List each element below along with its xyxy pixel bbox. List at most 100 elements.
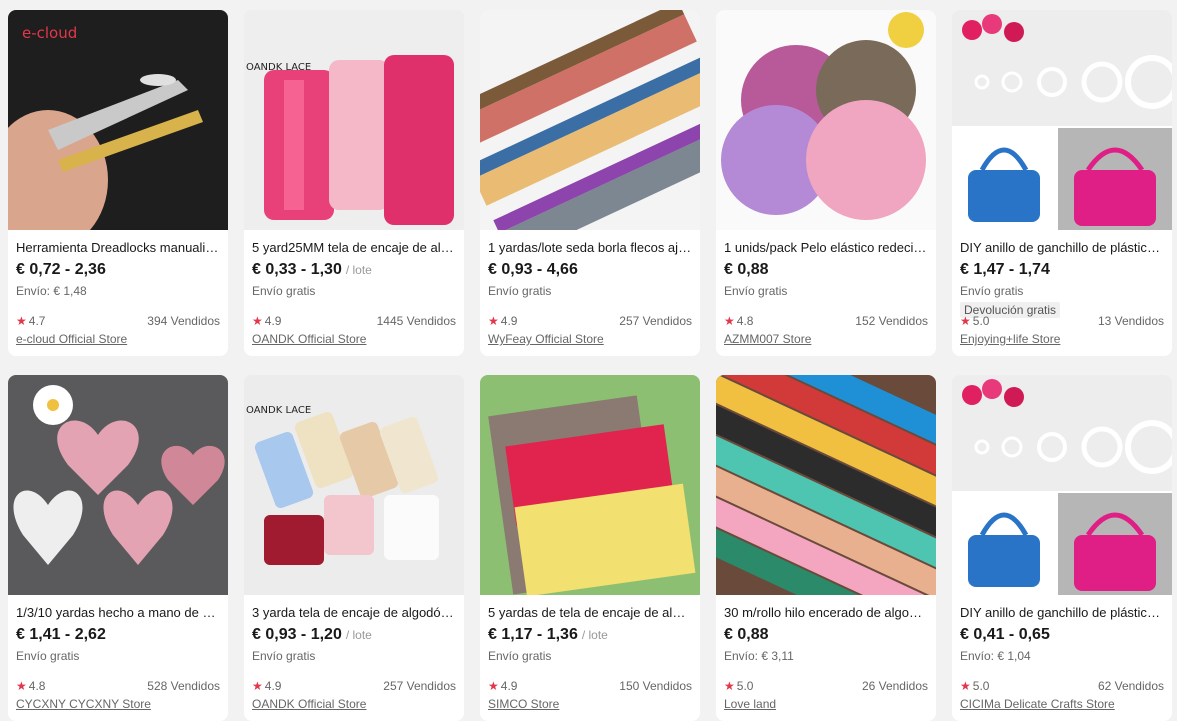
star-icon: ★ — [16, 679, 27, 693]
shipping-info: Envío: € 3,11 — [724, 649, 794, 663]
star-icon: ★ — [960, 314, 971, 328]
product-price: € 0,88 — [724, 626, 769, 643]
product-title[interactable]: 1 unids/pack Pelo elástico redecilla… — [724, 240, 928, 256]
product-title[interactable]: 1/3/10 yardas hecho a mano de en… — [16, 605, 220, 621]
store-link[interactable]: OANDK Official Store — [252, 332, 366, 346]
shipping-info: Envío gratis — [16, 649, 80, 663]
product-image[interactable] — [480, 10, 700, 230]
product-card[interactable]: 1 yardas/lote seda borla flecos aju… € 0… — [480, 10, 700, 356]
brand-logo: OANDK LACE — [246, 62, 312, 73]
product-card[interactable]: DIY anillo de ganchillo de plástico, … €… — [952, 375, 1172, 721]
sold-count: 257 Vendidos — [619, 314, 692, 328]
star-icon: ★ — [252, 314, 263, 328]
store-link[interactable]: CYCXNY CYCXNY Store — [16, 697, 151, 711]
price-unit: / lote — [345, 263, 372, 277]
store-link[interactable]: e-cloud Official Store — [16, 332, 127, 346]
product-card[interactable]: 1 unids/pack Pelo elástico redecilla… € … — [716, 10, 936, 356]
rating-value: 5.0 — [972, 314, 990, 328]
store-link[interactable]: Enjoying+life Store — [960, 332, 1060, 346]
store-link[interactable]: SIMCO Store — [488, 697, 559, 711]
shipping-info: Envío gratis — [488, 284, 552, 298]
hair-net-photo — [716, 10, 936, 230]
product-image[interactable] — [952, 375, 1172, 595]
store-link[interactable]: Love land — [724, 697, 776, 711]
star-icon: ★ — [488, 314, 499, 328]
product-image[interactable] — [716, 10, 936, 230]
star-icon: ★ — [724, 679, 735, 693]
product-card[interactable]: DIY anillo de ganchillo de plástico, … €… — [952, 10, 1172, 356]
sold-count: 1445 Vendidos — [376, 314, 456, 328]
product-price: € 1,41 - 2,62 — [16, 626, 106, 643]
brand-logo: e-cloud — [22, 24, 78, 42]
sold-count: 26 Vendidos — [861, 679, 928, 693]
rating-value: 4.8 — [28, 679, 46, 693]
store-link[interactable]: CICIMa Delicate Crafts Store — [960, 697, 1115, 711]
product-price: € 0,41 - 0,65 — [960, 626, 1050, 643]
store-link[interactable]: AZMM007 Store — [724, 332, 811, 346]
product-title[interactable]: 3 yarda tela de encaje de algodón … — [252, 605, 456, 621]
product-card[interactable]: e-cloud Herramienta Dreadlocks manualid…… — [8, 10, 228, 356]
crochet-ring-bag-photo — [952, 10, 1172, 230]
shipping-info: Envío gratis — [252, 284, 316, 298]
star-icon: ★ — [252, 679, 263, 693]
sold-count: 152 Vendidos — [855, 314, 928, 328]
rating-row: ★ 4.7 394 Vendidos — [16, 314, 220, 328]
shipping-info: Envío gratis — [488, 649, 552, 663]
brand-logo: OANDK LACE — [246, 405, 312, 416]
pink-lace-photo — [244, 10, 464, 230]
product-price: € 0,93 - 1,20 — [252, 626, 342, 643]
product-price: € 0,88 — [724, 261, 769, 278]
rating-row: ★ 5.0 26 Vendidos — [724, 679, 928, 693]
sold-count: 62 Vendidos — [1097, 679, 1164, 693]
star-icon: ★ — [724, 314, 735, 328]
product-image[interactable]: OANDK LACE — [244, 10, 464, 230]
rating-row: ★ 5.0 62 Vendidos — [960, 679, 1164, 693]
sold-count: 394 Vendidos — [147, 314, 220, 328]
product-title[interactable]: 30 m/rollo hilo encerado de algod… — [724, 605, 928, 621]
product-title[interactable]: 5 yard25MM tela de encaje de algo… — [252, 240, 456, 256]
rating-value: 4.9 — [500, 679, 518, 693]
product-image[interactable]: OANDK LACE — [244, 375, 464, 595]
product-image[interactable] — [716, 375, 936, 595]
product-card[interactable]: OANDK LACE 3 yarda tela de encaje de alg… — [244, 375, 464, 721]
product-title[interactable]: DIY anillo de ganchillo de plástico, … — [960, 605, 1164, 621]
star-icon: ★ — [488, 679, 499, 693]
product-title[interactable]: 1 yardas/lote seda borla flecos aju… — [488, 240, 692, 256]
rating-row: ★ 4.8 528 Vendidos — [16, 679, 220, 693]
rating-value: 4.7 — [28, 314, 46, 328]
price-unit: / lote — [345, 628, 372, 642]
product-price: € 0,93 - 4,66 — [488, 261, 578, 278]
sold-count: 528 Vendidos — [147, 679, 220, 693]
sold-count: 150 Vendidos — [619, 679, 692, 693]
rating-value: 4.8 — [736, 314, 754, 328]
product-image[interactable] — [8, 375, 228, 595]
shipping-info: Envío gratis — [960, 284, 1024, 298]
store-link[interactable]: WyFeay Official Store — [488, 332, 604, 346]
product-title[interactable]: DIY anillo de ganchillo de plástico, … — [960, 240, 1164, 256]
product-title[interactable]: 5 yardas de tela de encaje de algo… — [488, 605, 692, 621]
rating-row: ★ 4.9 150 Vendidos — [488, 679, 692, 693]
product-image[interactable]: e-cloud — [8, 10, 228, 230]
product-image[interactable] — [480, 375, 700, 595]
rating-row: ★ 4.8 152 Vendidos — [724, 314, 928, 328]
rating-value: 4.9 — [500, 314, 518, 328]
product-grid: e-cloud Herramienta Dreadlocks manualid…… — [8, 10, 1172, 721]
product-card[interactable]: 1/3/10 yardas hecho a mano de en… € 1,41… — [8, 375, 228, 721]
product-card[interactable]: 30 m/rollo hilo encerado de algod… € 0,8… — [716, 375, 936, 721]
product-title[interactable]: Herramienta Dreadlocks manualid… — [16, 240, 220, 256]
product-card[interactable]: OANDK LACE 5 yard25MM tela de encaje de … — [244, 10, 464, 356]
heart-lace-photo — [8, 375, 228, 595]
product-price: € 1,17 - 1,36 — [488, 626, 578, 643]
sold-count: 257 Vendidos — [383, 679, 456, 693]
star-icon: ★ — [960, 679, 971, 693]
store-link[interactable]: OANDK Official Store — [252, 697, 366, 711]
rating-row: ★ 4.9 257 Vendidos — [488, 314, 692, 328]
waxed-thread-spools-photo — [716, 375, 936, 595]
shipping-info: Envío gratis — [252, 649, 316, 663]
sold-count: 13 Vendidos — [1097, 314, 1164, 328]
product-price: € 0,33 - 1,30 — [252, 261, 342, 278]
product-card[interactable]: 5 yardas de tela de encaje de algo… € 1,… — [480, 375, 700, 721]
lace-fabric-photo — [480, 375, 700, 595]
star-icon: ★ — [16, 314, 27, 328]
product-image[interactable] — [952, 10, 1172, 230]
